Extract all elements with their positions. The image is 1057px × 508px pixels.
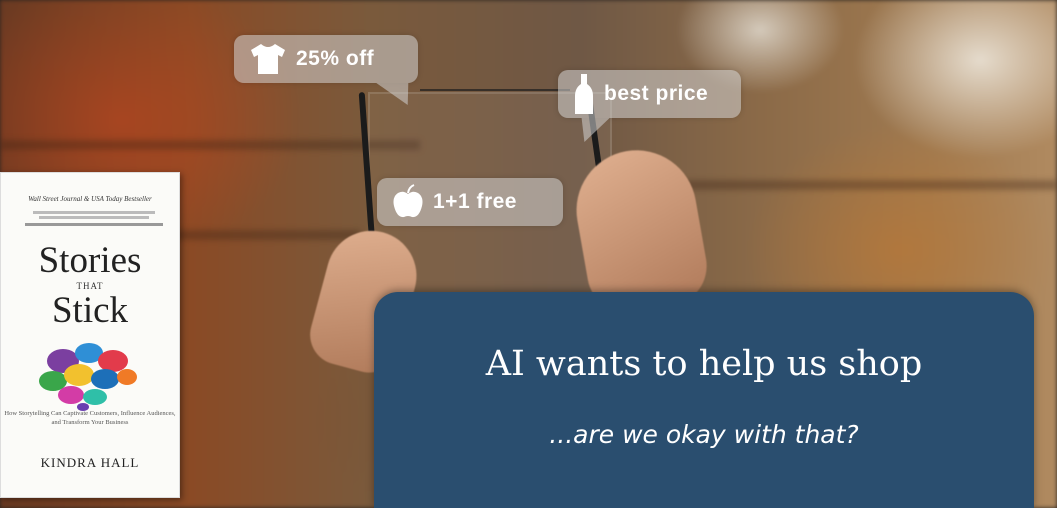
discount-bubble: 25% off [234, 35, 424, 105]
discount-label: 25% off [296, 47, 375, 70]
book-title-line2: Stick [51, 290, 129, 331]
book-blurb-decoration [19, 209, 169, 230]
best-price-bubble: best price [558, 70, 741, 142]
book-subtitle: How Storytelling Can Captivate Customers… [4, 410, 176, 426]
speech-bubbles-illustration [39, 343, 137, 411]
connector-line [420, 89, 570, 91]
apple-icon [393, 184, 423, 218]
book-tagline: Wall Street Journal & USA Today Bestsell… [28, 195, 152, 203]
slide: 25% off best price 1+1 free Wall Street … [0, 0, 1057, 508]
book-cover: Wall Street Journal & USA Today Bestsell… [0, 172, 180, 498]
free-offer-label: 1+1 free [433, 190, 517, 213]
subheadline: ...are we okay with that? [549, 420, 859, 449]
caption-panel: AI wants to help us shop ...are we okay … [374, 292, 1034, 508]
bottle-icon [575, 74, 593, 114]
tshirt-icon [251, 44, 285, 74]
book-author: KINDRA HALL [40, 455, 140, 470]
free-offer-bubble: 1+1 free [377, 178, 563, 226]
best-price-label: best price [604, 82, 709, 105]
headline: AI wants to help us shop [485, 344, 923, 384]
shelf-blur [640, 180, 1057, 190]
book-title-line1: Stories [38, 240, 142, 281]
shelf-blur [0, 140, 420, 150]
